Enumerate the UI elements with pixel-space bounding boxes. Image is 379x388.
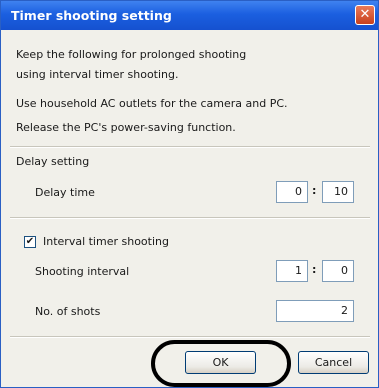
dialog-title: Timer shooting setting — [11, 8, 172, 23]
shooting-interval-label: Shooting interval — [35, 265, 130, 278]
intro-line-4: Release the PC's power-saving function. — [16, 121, 236, 134]
interval-timer-label[interactable]: Interval timer shooting — [43, 235, 169, 248]
timer-shooting-dialog: Timer shooting setting ✕ Keep the follow… — [0, 0, 379, 388]
title-bar: Timer shooting setting ✕ — [1, 1, 378, 30]
delay-setting-heading: Delay setting — [16, 155, 90, 168]
intro-line-3: Use household AC outlets for the camera … — [16, 97, 288, 110]
number-of-shots-field[interactable]: 2 — [276, 300, 354, 322]
delay-separator: : — [312, 184, 317, 197]
delay-seconds-field[interactable]: 10 — [322, 181, 354, 203]
interval-timer-checkbox[interactable]: ✔ — [24, 236, 36, 248]
interval-seconds-field[interactable]: 0 — [322, 260, 354, 282]
intro-line-1: Keep the following for prolonged shootin… — [16, 48, 247, 61]
interval-minutes-field[interactable]: 1 — [276, 260, 308, 282]
delay-minutes-field[interactable]: 0 — [276, 181, 308, 203]
delay-time-label: Delay time — [35, 186, 95, 199]
highlight-circle — [151, 340, 291, 387]
divider-3 — [10, 336, 370, 338]
divider-2 — [10, 217, 370, 219]
intro-line-2: using interval timer shooting. — [16, 68, 179, 81]
divider-1 — [10, 146, 370, 148]
close-icon[interactable]: ✕ — [355, 5, 375, 25]
number-of-shots-label: No. of shots — [35, 305, 101, 318]
cancel-button[interactable]: Cancel — [298, 351, 369, 374]
interval-separator: : — [312, 263, 317, 276]
